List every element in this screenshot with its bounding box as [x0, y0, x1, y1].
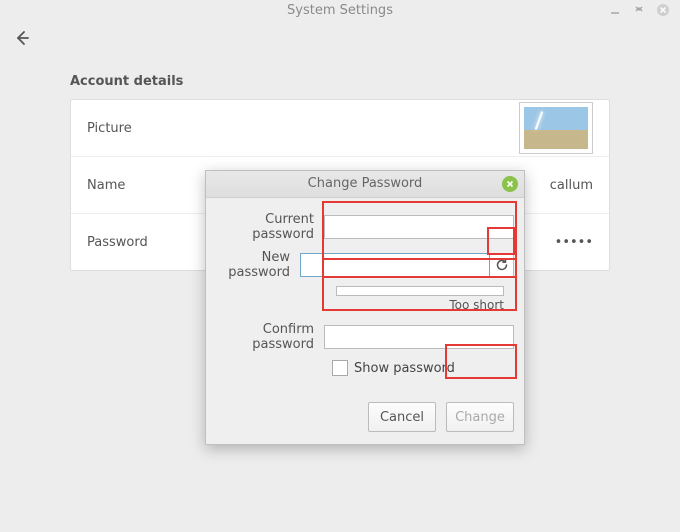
avatar[interactable] — [519, 102, 593, 154]
current-password-label: Current password — [210, 212, 324, 242]
picture-label: Picture — [87, 121, 132, 136]
toolbar — [0, 22, 680, 54]
refresh-icon — [495, 258, 509, 272]
change-button[interactable]: Change — [446, 402, 514, 432]
name-label: Name — [87, 178, 125, 193]
dialog-close-button[interactable] — [502, 176, 518, 192]
show-password-checkbox[interactable] — [332, 360, 348, 376]
cancel-button[interactable]: Cancel — [368, 402, 436, 432]
dialog-title: Change Password — [308, 176, 423, 191]
back-button[interactable] — [8, 24, 36, 52]
close-button[interactable] — [656, 3, 670, 17]
section-title: Account details — [70, 74, 610, 89]
new-password-input[interactable] — [300, 253, 490, 277]
name-value: callum — [550, 178, 593, 193]
window-title: System Settings — [287, 3, 393, 18]
change-password-dialog: Change Password Current password New pas… — [205, 170, 525, 445]
maximize-button[interactable] — [632, 3, 646, 17]
window-titlebar: System Settings — [0, 0, 680, 22]
generate-password-button[interactable] — [490, 253, 514, 277]
dialog-titlebar: Change Password — [206, 171, 524, 198]
password-strength-bar — [336, 286, 504, 296]
password-label: Password — [87, 235, 148, 250]
confirm-password-input[interactable] — [324, 325, 514, 349]
confirm-password-label: Confirm password — [210, 322, 324, 352]
minimize-button[interactable] — [608, 3, 622, 17]
password-strength-text: Too short — [336, 298, 504, 312]
new-password-label: New password — [210, 250, 300, 280]
current-password-input[interactable] — [324, 215, 514, 239]
password-value: ••••• — [555, 235, 593, 250]
password-strength: Too short — [336, 286, 504, 312]
picture-row[interactable]: Picture — [71, 100, 609, 157]
show-password-label: Show password — [354, 361, 455, 376]
